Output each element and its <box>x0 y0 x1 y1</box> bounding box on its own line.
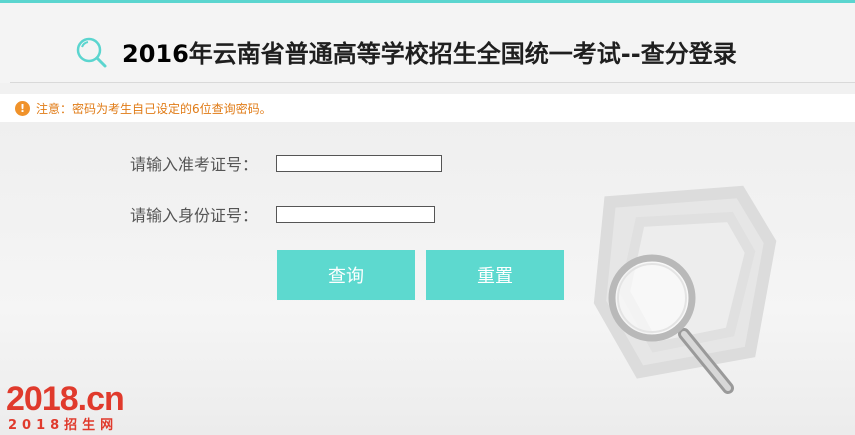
notice-bar: ! 注意：密码为考生自己设定的6位查询密码。 <box>0 94 855 122</box>
id-number-row: 请输入身份证号： <box>130 202 435 226</box>
reset-button[interactable]: 重置 <box>426 250 564 300</box>
title-text: 年云南省普通高等学校招生全国统一考试--查分登录 <box>188 40 737 68</box>
brand-logo-sub: 2018招生网 <box>8 418 119 433</box>
search-bubble-icon <box>74 35 108 69</box>
page-header: 2016年云南省普通高等学校招生全国统一考试--查分登录 <box>0 3 855 83</box>
exam-number-label: 请输入准考证号： <box>130 155 259 174</box>
id-number-input[interactable] <box>276 205 435 223</box>
query-button[interactable]: 查询 <box>277 250 415 300</box>
exam-number-row: 请输入准考证号： <box>130 151 442 175</box>
exam-number-input[interactable] <box>276 154 442 172</box>
login-panel: 请输入准考证号： 请输入身份证号： 查询 重置 2018.cn 2018招生网 <box>0 122 855 435</box>
magnifier-icon <box>608 254 734 394</box>
id-number-label: 请输入身份证号： <box>130 206 259 225</box>
title-year: 2016 <box>122 40 189 68</box>
header-divider <box>10 82 855 83</box>
notice-text: 注意：密码为考生自己设定的6位查询密码。 <box>36 101 272 116</box>
exclamation-icon: ! <box>15 100 30 116</box>
page-title: 2016年云南省普通高等学校招生全国统一考试--查分登录 <box>122 37 737 71</box>
brand-logo: 2018.cn 2018招生网 <box>6 380 166 433</box>
